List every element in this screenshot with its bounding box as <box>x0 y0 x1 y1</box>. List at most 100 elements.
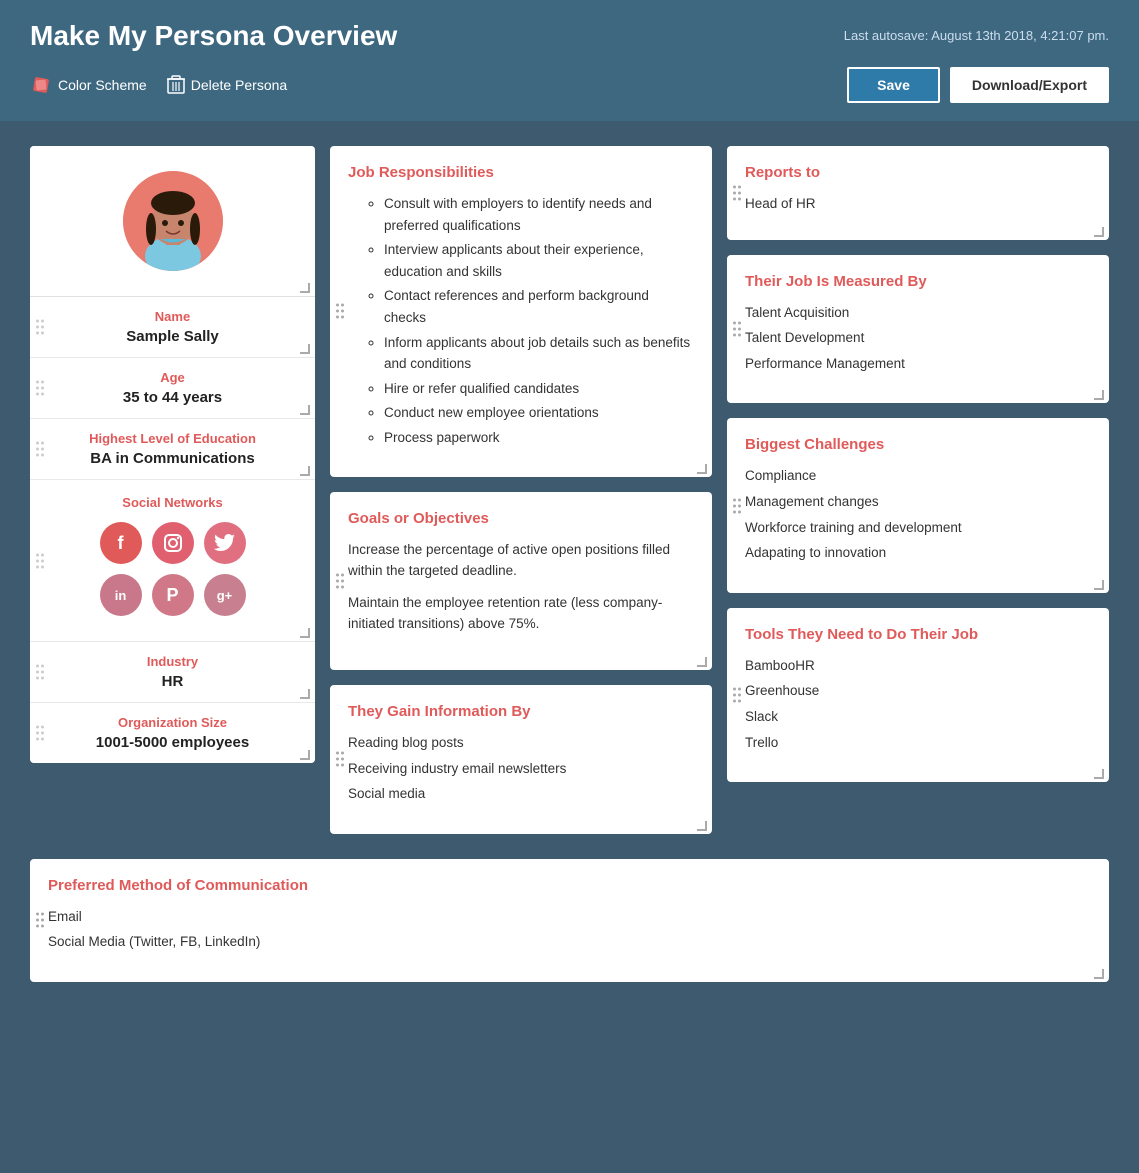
org-size-value: 1001-5000 employees <box>40 734 305 751</box>
list-item: Social Media (Twitter, FB, LinkedIn) <box>48 931 1091 953</box>
drag-handle[interactable] <box>733 498 741 513</box>
resize-handle[interactable] <box>1094 769 1104 779</box>
twitter-icon[interactable] <box>204 522 246 564</box>
resize-handle[interactable] <box>697 464 707 474</box>
list-item: Hire or refer qualified candidates <box>384 378 694 400</box>
drag-handle[interactable] <box>36 553 44 568</box>
communication-card: Preferred Method of Communication Email S… <box>30 859 1109 982</box>
drag-handle[interactable] <box>733 321 741 336</box>
list-item: Increase the percentage of active open p… <box>348 539 694 582</box>
resize-handle[interactable] <box>1094 390 1104 400</box>
drag-handle[interactable] <box>733 185 741 200</box>
resize-handle[interactable] <box>300 750 310 760</box>
trash-icon <box>167 75 185 95</box>
industry-label: Industry <box>40 654 305 669</box>
drag-handle[interactable] <box>36 442 44 457</box>
list-item: Talent Acquisition <box>745 302 1091 324</box>
job-responsibilities-title: Job Responsibilities <box>348 164 694 181</box>
education-block: Highest Level of Education BA in Communi… <box>30 419 315 480</box>
drag-handle[interactable] <box>336 752 344 767</box>
avatar-section <box>30 146 315 297</box>
goals-content: Increase the percentage of active open p… <box>348 539 694 635</box>
middle-column: Job Responsibilities Consult with employ… <box>330 146 712 834</box>
list-item: Slack <box>745 706 1091 728</box>
goals-title: Goals or Objectives <box>348 510 694 527</box>
list-item: BambooHR <box>745 655 1091 677</box>
list-item: Workforce training and development <box>745 517 1091 539</box>
list-item: Email <box>48 906 1091 928</box>
industry-block: Industry HR <box>30 642 315 703</box>
resize-handle[interactable] <box>300 466 310 476</box>
challenges-card: Biggest Challenges ComplianceManagement … <box>727 418 1109 592</box>
education-label: Highest Level of Education <box>40 431 305 446</box>
color-scheme-label: Color Scheme <box>58 77 147 93</box>
googleplus-icon[interactable]: g+ <box>204 574 246 616</box>
challenges-content: ComplianceManagement changesWorkforce tr… <box>745 465 1091 563</box>
drag-handle[interactable] <box>733 687 741 702</box>
list-item: Social media <box>348 783 694 805</box>
list-item: Performance Management <box>745 353 1091 375</box>
goals-card: Goals or Objectives Increase the percent… <box>330 492 712 670</box>
job-measured-title: Their Job Is Measured By <box>745 273 1091 290</box>
industry-value: HR <box>40 673 305 690</box>
pinterest-icon[interactable]: P <box>152 574 194 616</box>
list-item: Trello <box>745 732 1091 754</box>
delete-persona-button[interactable]: Delete Persona <box>167 75 288 95</box>
resize-handle[interactable] <box>300 689 310 699</box>
page-title: Make My Persona Overview <box>30 20 397 52</box>
list-item: Consult with employers to identify needs… <box>384 193 694 236</box>
org-size-block: Organization Size 1001-5000 employees <box>30 703 315 763</box>
autosave-text: Last autosave: August 13th 2018, 4:21:07… <box>844 28 1109 43</box>
list-item: Talent Development <box>745 327 1091 349</box>
list-item: Greenhouse <box>745 680 1091 702</box>
tools-content: BambooHR Greenhouse Slack Trello <box>745 655 1091 753</box>
resize-handle[interactable] <box>300 283 310 293</box>
color-scheme-button[interactable]: Color Scheme <box>30 74 147 96</box>
challenges-title: Biggest Challenges <box>745 436 1091 453</box>
list-item: Receiving industry email newsletters <box>348 758 694 780</box>
download-button[interactable]: Download/Export <box>950 67 1109 103</box>
reports-to-card: Reports to Head of HR <box>727 146 1109 240</box>
resize-handle[interactable] <box>697 657 707 667</box>
reports-to-title: Reports to <box>745 164 1091 181</box>
linkedin-icon[interactable]: in <box>100 574 142 616</box>
resize-handle[interactable] <box>1094 227 1104 237</box>
avatar <box>123 171 223 271</box>
list-item: Inform applicants about job details such… <box>384 332 694 375</box>
drag-handle[interactable] <box>36 320 44 335</box>
drag-handle[interactable] <box>336 304 344 319</box>
resize-handle[interactable] <box>1094 580 1104 590</box>
communication-content: Email Social Media (Twitter, FB, LinkedIn… <box>48 906 1091 953</box>
drag-handle[interactable] <box>36 913 44 928</box>
resize-handle[interactable] <box>300 405 310 415</box>
drag-handle[interactable] <box>36 381 44 396</box>
color-scheme-icon <box>30 74 52 96</box>
delete-persona-label: Delete Persona <box>191 77 288 93</box>
drag-handle[interactable] <box>336 573 344 588</box>
job-responsibilities-card: Job Responsibilities Consult with employ… <box>330 146 712 477</box>
resize-handle[interactable] <box>1094 969 1104 979</box>
tools-card: Tools They Need to Do Their Job BambooHR… <box>727 608 1109 782</box>
age-value: 35 to 44 years <box>40 389 305 406</box>
list-item: Adapating to innovation <box>745 542 1091 564</box>
instagram-icon[interactable] <box>152 522 194 564</box>
resize-handle[interactable] <box>300 628 310 638</box>
left-panel: Name Sample Sally Age 35 to 44 years Hig… <box>30 146 315 763</box>
list-item: Process paperwork <box>384 427 694 449</box>
drag-handle[interactable] <box>36 665 44 680</box>
job-measured-card: Their Job Is Measured By Talent Acquisit… <box>727 255 1109 404</box>
save-button[interactable]: Save <box>847 67 940 103</box>
drag-handle[interactable] <box>36 726 44 741</box>
list-item: Conduct new employee orientations <box>384 402 694 424</box>
name-label: Name <box>40 309 305 324</box>
facebook-icon[interactable]: f <box>100 522 142 564</box>
resize-handle[interactable] <box>300 344 310 354</box>
social-networks-label: Social Networks <box>40 495 305 510</box>
reports-to-content: Head of HR <box>745 193 1091 215</box>
communication-title: Preferred Method of Communication <box>48 877 1091 894</box>
social-networks-block: Social Networks f in P <box>30 480 315 642</box>
tools-title: Tools They Need to Do Their Job <box>745 626 1091 643</box>
resize-handle[interactable] <box>697 821 707 831</box>
list-item: Interview applicants about their experie… <box>384 239 694 282</box>
list-item: Management changes <box>745 491 1091 513</box>
